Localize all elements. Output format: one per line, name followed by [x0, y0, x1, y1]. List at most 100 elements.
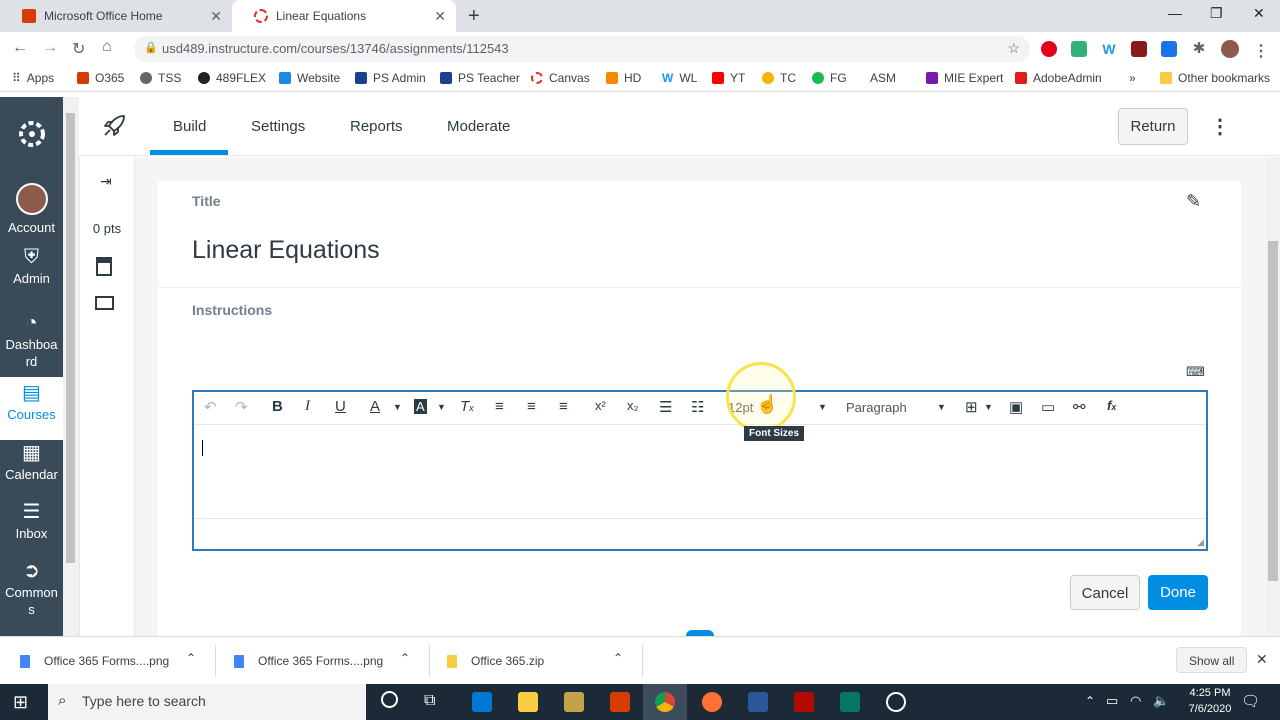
main-scrollbar[interactable] — [1266, 157, 1280, 636]
link-icon[interactable]: ⚯ — [1073, 398, 1086, 416]
edit-pencil-icon[interactable]: ✎ — [1186, 191, 1201, 212]
close-tab-icon[interactable]: ✕ — [210, 8, 222, 25]
bold-icon[interactable]: B — [272, 398, 283, 415]
highlight-color-icon[interactable]: A — [414, 399, 427, 414]
profile-avatar[interactable] — [1221, 40, 1239, 58]
extension-w-icon[interactable]: W — [1101, 41, 1117, 57]
nav-admin[interactable]: ⛨ Admin — [0, 247, 63, 287]
app-icon[interactable] — [564, 692, 584, 712]
bookmark-mie-expert[interactable]: MIE Expert — [926, 71, 1003, 85]
align-right-icon[interactable]: ≡ — [559, 398, 568, 415]
chevron-down-icon[interactable]: ▼ — [437, 402, 446, 412]
show-all-button[interactable]: Show all — [1176, 647, 1248, 673]
chevron-down-icon[interactable]: ▼ — [393, 402, 402, 412]
chevron-down-icon[interactable]: ▼ — [818, 402, 827, 412]
chevron-down-icon[interactable]: ▼ — [984, 402, 993, 412]
download-item[interactable]: Office 365 Forms....png — [20, 654, 169, 668]
nav-account[interactable]: Account — [0, 183, 63, 236]
resize-handle-icon[interactable]: ◢ — [1197, 537, 1204, 548]
minimize-icon[interactable]: — — [1168, 5, 1182, 21]
scrollbar-thumb[interactable] — [1268, 241, 1278, 581]
home-icon[interactable]: ⌂ — [102, 38, 112, 56]
opera-extension-icon[interactable] — [1041, 41, 1057, 57]
editor-text-area[interactable] — [194, 426, 1206, 518]
table-icon[interactable]: ⊞ — [965, 398, 978, 416]
tab-settings[interactable]: Settings — [251, 118, 305, 135]
acrobat-icon[interactable] — [794, 692, 814, 712]
download-item[interactable]: Office 365 Forms....png — [234, 654, 383, 668]
subscript-icon[interactable]: x₂ — [627, 398, 639, 413]
network-icon[interactable]: ▭ — [1106, 693, 1118, 709]
nav-inbox[interactable]: ☰ Inbox — [0, 502, 63, 542]
image-icon[interactable]: ▣ — [1009, 398, 1023, 416]
bookmark-489flex[interactable]: 489FLEX — [198, 71, 266, 85]
browser-tab-linear-equations[interactable]: Linear Equations ✕ — [232, 0, 456, 32]
stimulus-icon[interactable] — [95, 296, 114, 310]
bookmark-canvas[interactable]: Canvas — [531, 71, 590, 85]
italic-icon[interactable]: I — [305, 398, 310, 415]
bookmark-asm[interactable]: ASM — [864, 71, 896, 85]
nav-commons[interactable]: ➲ Commons — [0, 561, 63, 618]
bookmark-wl[interactable]: W WL — [662, 71, 697, 85]
office-icon[interactable] — [610, 692, 630, 712]
browser-tab-office-home[interactable]: Microsoft Office Home ✕ — [0, 0, 232, 32]
tab-build[interactable]: Build — [173, 118, 206, 135]
forward-icon[interactable]: → — [42, 39, 58, 57]
extensions-puzzle-icon[interactable]: ✱ — [1191, 41, 1207, 57]
numbered-list-icon[interactable]: ☷ — [691, 398, 704, 416]
wifi-icon[interactable]: ◠ — [1130, 693, 1141, 709]
bookmark-o365[interactable]: O365 — [77, 71, 124, 85]
bookmark-tss[interactable]: TSS — [140, 71, 181, 85]
equation-icon[interactable]: fx — [1107, 398, 1116, 413]
undo-icon[interactable]: ↶ — [204, 398, 217, 416]
close-downloads-icon[interactable]: ✕ — [1256, 651, 1268, 668]
chevron-up-icon[interactable]: ⌃ — [186, 651, 196, 665]
keyboard-shortcuts-icon[interactable]: ⌨ — [1186, 364, 1205, 380]
maximize-icon[interactable]: ❐ — [1210, 5, 1223, 22]
media-icon[interactable]: ▭ — [1041, 398, 1055, 416]
nav-calendar[interactable]: ▦ Calendar — [0, 443, 63, 483]
word-icon[interactable] — [748, 692, 768, 712]
bookmark-yt[interactable]: YT — [712, 71, 745, 85]
underline-icon[interactable]: U — [335, 398, 346, 415]
cancel-button[interactable]: Cancel — [1070, 575, 1140, 610]
bookmark-tc[interactable]: TC — [762, 71, 796, 85]
new-tab-icon[interactable]: + — [468, 5, 480, 28]
bookmark-ps-admin[interactable]: PS Admin — [355, 71, 426, 85]
acrobat-extension-icon[interactable] — [1131, 41, 1147, 57]
item-icon[interactable] — [96, 257, 112, 276]
bookmark-adobeadmin[interactable]: AdobeAdmin — [1015, 71, 1102, 85]
notifications-icon[interactable]: 🗨 — [1241, 692, 1260, 710]
align-center-icon[interactable]: ≡ — [527, 398, 536, 415]
bookmark-hd[interactable]: HD — [606, 71, 641, 85]
chevron-up-icon[interactable]: ⌃ — [1085, 694, 1095, 708]
taskbar-search[interactable]: ⌕ Type here to search — [48, 684, 366, 720]
bookmark-fg[interactable]: FG — [812, 71, 847, 85]
tab-reports[interactable]: Reports — [350, 118, 403, 135]
bookmarks-overflow-button[interactable]: » — [1129, 71, 1136, 85]
scrollbar-thumb[interactable] — [66, 113, 75, 563]
close-window-icon[interactable]: ✕ — [1253, 5, 1265, 22]
nav-scrollbar[interactable] — [63, 97, 79, 636]
bookmark-star-icon[interactable]: ☆ — [1007, 40, 1020, 57]
taskbar-clock[interactable]: 4:25 PM 7/6/2020 — [1180, 685, 1240, 717]
text-color-icon[interactable]: A — [370, 398, 380, 415]
question-title[interactable]: Linear Equations — [192, 236, 380, 265]
other-bookmarks[interactable]: Other bookmarks — [1160, 71, 1270, 85]
align-left-icon[interactable]: ≡ — [495, 398, 504, 415]
chevron-down-icon[interactable]: ▼ — [937, 402, 946, 412]
bookmark-website[interactable]: Website — [279, 71, 340, 85]
publisher-icon[interactable] — [840, 692, 860, 712]
windows-start-icon[interactable]: ⊞ — [13, 692, 28, 713]
firefox-icon[interactable] — [702, 692, 722, 712]
superscript-icon[interactable]: x² — [595, 398, 606, 413]
close-tab-icon[interactable]: ✕ — [434, 8, 446, 25]
clear-formatting-icon[interactable]: Tx — [460, 398, 474, 415]
chevron-up-icon[interactable]: ⌃ — [400, 651, 410, 665]
reload-icon[interactable]: ↻ — [72, 39, 85, 59]
back-icon[interactable]: ← — [12, 39, 28, 57]
canvas-logo-icon[interactable] — [0, 117, 63, 155]
chrome-taskbar-active[interactable] — [643, 684, 687, 720]
cortana-icon[interactable] — [381, 691, 398, 708]
return-button[interactable]: Return — [1118, 108, 1188, 145]
